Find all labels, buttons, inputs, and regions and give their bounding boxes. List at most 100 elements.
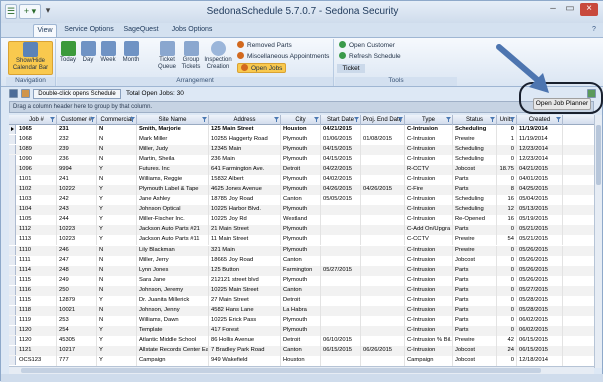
misc-appointments-button[interactable]: Miscellaneous Appointments — [237, 52, 329, 62]
vertical-scrollbar[interactable] — [594, 115, 602, 368]
table-cell[interactable]: 236 Main — [209, 155, 281, 166]
maximize-icon[interactable]: ▭ — [563, 3, 577, 16]
table-cell[interactable]: Y — [97, 195, 137, 206]
table-cell[interactable] — [361, 245, 405, 256]
table-row[interactable]: 1119 253 N Williams, Dawn 10225 Erick Pass Pl… — [9, 315, 594, 326]
table-cell[interactable]: Re-Opened — [453, 215, 497, 226]
double-click-opens-schedule-button[interactable]: Double-click opens Schedule — [33, 89, 121, 99]
table-row[interactable]: 1116 250 N Johnson, Jeremy 10225 Main Street… — [9, 285, 594, 296]
table-cell[interactable]: Parts — [453, 305, 497, 316]
table-cell[interactable]: Johnson Optical — [137, 205, 209, 216]
table-cell[interactable]: 239 — [57, 145, 97, 156]
table-cell[interactable] — [361, 265, 405, 276]
table-cell[interactable]: 06/10/2015 — [321, 335, 361, 346]
table-cell[interactable]: Williams, Reggie — [137, 175, 209, 186]
table-cell[interactable]: 1 — [497, 135, 517, 146]
table-cell[interactable]: 86 Hollis Avenue — [209, 335, 281, 346]
table-cell[interactable]: 0 — [497, 255, 517, 266]
table-row[interactable]: 1118 10021 N Johnson, Jenny 4582 Hans Lane La… — [9, 305, 594, 316]
table-cell[interactable]: C-Intrusion — [405, 255, 453, 266]
table-cell[interactable]: 10225 Main Street — [209, 285, 281, 296]
table-cell[interactable]: Campaign — [405, 355, 453, 366]
table-row[interactable]: 1068 232 N Mark Miller 10255 Haggerty Road Pl… — [9, 135, 594, 146]
table-cell[interactable]: Parts — [453, 275, 497, 286]
row-indicator[interactable] — [9, 145, 16, 155]
table-cell[interactable]: N — [97, 175, 137, 186]
table-cell[interactable]: C-Fire — [405, 185, 453, 196]
table-cell[interactable]: Plymouth Label & Tape — [137, 185, 209, 196]
table-cell[interactable]: N — [97, 155, 137, 166]
table-cell[interactable] — [361, 315, 405, 326]
table-row[interactable]: 1115 12879 Y Dr. Juanita Millerick 27 Main S… — [9, 295, 594, 306]
table-cell[interactable]: Campaign — [137, 355, 209, 366]
table-cell[interactable]: Dr. Juanita Millerick — [137, 295, 209, 306]
table-cell[interactable]: Miller, Judy — [137, 145, 209, 156]
table-cell[interactable]: Martin, Sheila — [137, 155, 209, 166]
table-cell[interactable]: 27 Main Street — [209, 295, 281, 306]
table-cell[interactable]: 16 — [497, 195, 517, 206]
table-cell[interactable]: Johnson, Jeremy — [137, 285, 209, 296]
table-row[interactable]: 1112 10223 Y Jackson Auto Parts #21 21 Main … — [9, 225, 594, 236]
table-cell[interactable]: 05/26/2015 — [517, 245, 563, 256]
table-cell[interactable]: 01/08/2015 — [361, 135, 405, 146]
table-cell[interactable] — [321, 215, 361, 226]
table-cell[interactable]: 12/23/2014 — [517, 155, 563, 166]
table-cell[interactable]: Y — [97, 335, 137, 346]
table-cell[interactable] — [321, 315, 361, 326]
table-cell[interactable]: Plymouth — [281, 315, 321, 326]
removed-parts-button[interactable]: Removed Parts — [237, 41, 292, 51]
table-cell[interactable]: 641 Farmington Ave. — [209, 165, 281, 176]
row-indicator[interactable] — [9, 345, 16, 356]
table-cell[interactable]: Template — [137, 325, 209, 336]
table-cell[interactable]: 1110 — [17, 245, 57, 256]
week-button[interactable]: Week — [98, 41, 118, 64]
table-row[interactable]: OCS123 777 Y Campaign 949 Wakefield Houston Ca… — [9, 355, 594, 366]
table-cell[interactable]: 0 — [497, 355, 517, 366]
table-cell[interactable] — [361, 205, 405, 216]
table-cell[interactable]: Y — [97, 325, 137, 336]
table-cell[interactable]: C-Intrusion — [405, 295, 453, 306]
table-cell[interactable]: 05/21/2015 — [517, 225, 563, 236]
table-cell[interactable]: N — [97, 245, 137, 256]
table-cell[interactable]: 04/15/2015 — [321, 145, 361, 156]
table-cell[interactable]: Canton — [281, 195, 321, 206]
table-cell[interactable]: 04/21/2015 — [321, 125, 361, 136]
table-row[interactable]: 1089 239 N Miller, Judy 12345 Main Plymouth 04… — [9, 145, 594, 156]
table-cell[interactable]: N — [97, 135, 137, 146]
table-cell[interactable] — [361, 305, 405, 316]
table-cell[interactable]: La Habra — [281, 305, 321, 316]
table-cell[interactable]: 248 — [57, 265, 97, 276]
table-cell[interactable]: Parts — [453, 325, 497, 336]
table-cell[interactable]: 1112 — [17, 225, 57, 236]
table-cell[interactable]: 10223 — [57, 235, 97, 246]
row-indicator[interactable] — [9, 165, 16, 175]
table-cell[interactable]: 247 — [57, 255, 97, 266]
table-row[interactable]: 1101 241 N Williams, Reggie 15832 Albert Plym… — [9, 175, 594, 186]
table-cell[interactable]: Parts — [453, 265, 497, 276]
row-indicator[interactable] — [9, 315, 16, 326]
table-cell[interactable]: 0 — [497, 145, 517, 156]
table-cell[interactable]: C-Add On/Upgra — [405, 225, 453, 236]
table-cell[interactable]: 1096 — [17, 165, 57, 176]
table-row[interactable]: 1065 231 N Smith, Marjorie 125 Main Street Ho… — [9, 125, 594, 136]
filter-icon[interactable] — [556, 117, 561, 122]
table-cell[interactable]: Plymouth — [281, 185, 321, 196]
table-cell[interactable]: Miller, Jerry — [137, 255, 209, 266]
table-cell[interactable]: N — [97, 275, 137, 286]
table-cell[interactable]: Y — [97, 295, 137, 306]
row-indicator[interactable] — [9, 285, 16, 296]
table-cell[interactable]: Plymouth — [281, 235, 321, 246]
table-cell[interactable]: 10225 Joy Rd — [209, 215, 281, 226]
row-indicator[interactable] — [9, 175, 16, 185]
horizontal-scrollbar[interactable] — [9, 366, 594, 374]
table-cell[interactable]: 125 Button — [209, 265, 281, 276]
table-row[interactable]: 1120 254 Y Template 417 Forest Plymouth C-Intr… — [9, 325, 594, 336]
refresh-schedule-button[interactable]: Refresh Schedule — [339, 52, 401, 62]
table-cell[interactable]: C-Intrusion — [405, 205, 453, 216]
table-cell[interactable]: 05/26/2015 — [517, 275, 563, 286]
table-cell[interactable]: 246 — [57, 245, 97, 256]
table-cell[interactable]: Mark Miller — [137, 135, 209, 146]
table-cell[interactable]: 01/06/2015 — [321, 135, 361, 146]
table-cell[interactable] — [361, 355, 405, 366]
table-cell[interactable]: 04/02/2015 — [321, 175, 361, 186]
